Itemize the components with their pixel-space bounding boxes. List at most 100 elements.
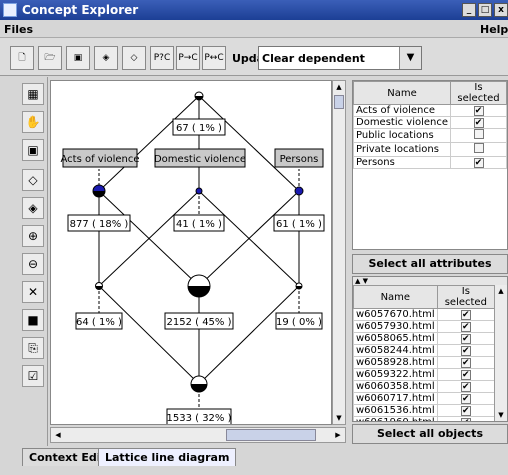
color-scheme-icon[interactable]: ■ [22, 309, 44, 331]
object-selected-cell: ✔ [436, 320, 496, 333]
checkbox[interactable] [473, 143, 484, 153]
count-label-persons: 61 ( 1% ) [276, 219, 322, 230]
object-name-cell: w6058244.html [353, 344, 438, 357]
object-row[interactable]: w6058928.html ✔ [353, 356, 496, 369]
open-folder-icon[interactable]: 🗁 [38, 46, 62, 70]
lattice-icon[interactable]: ◇ [122, 46, 146, 70]
attributes-table: Name Is selected Acts of violence ✔ Domest… [352, 80, 508, 250]
attribute-label-box: Persons [274, 148, 324, 168]
checkbox[interactable]: ✔ [460, 406, 471, 416]
select-all-objects-button[interactable]: Select all objects [352, 424, 508, 444]
right-panel: Name Is selected Acts of violence ✔ Domest… [352, 80, 508, 446]
scroll-thumb[interactable] [226, 429, 316, 441]
attributes-header-selected[interactable]: Is selected [450, 81, 507, 105]
attribute-label-acts: Acts of violence [60, 154, 139, 165]
lattice-outline-icon[interactable]: ◈ [22, 197, 44, 219]
object-selected-cell: ✔ [436, 308, 496, 321]
zoom-out-icon[interactable]: ⊖ [22, 253, 44, 275]
objects-header-selected[interactable]: Is selected [436, 285, 496, 309]
minimize-button[interactable]: _ [462, 3, 476, 17]
attribute-row[interactable]: Public locations [352, 128, 507, 143]
object-row[interactable]: w6061960.html ✔ [353, 416, 496, 421]
checklist-icon[interactable]: ☑ [22, 365, 44, 387]
objects-header-name[interactable]: Name [353, 285, 438, 309]
checkbox[interactable]: ✔ [460, 358, 471, 368]
export-icon[interactable]: ⎘ [22, 337, 44, 359]
count-label-low-left: 64 ( 1% ) [76, 317, 122, 328]
scroll-right-icon[interactable]: ▶ [333, 429, 343, 441]
checkbox[interactable]: ✔ [460, 394, 471, 404]
object-row[interactable]: w6059322.html ✔ [353, 368, 496, 381]
node-low-right[interactable] [295, 282, 303, 290]
attribute-row[interactable]: Acts of violence ✔ [352, 104, 507, 117]
attribute-row[interactable]: Private locations [352, 142, 507, 157]
count-label-bottom: 1533 ( 32% ) [166, 413, 231, 424]
scroll-thumb[interactable] [334, 95, 344, 109]
scroll-left-icon[interactable]: ◀ [53, 429, 63, 441]
object-row[interactable]: w6057670.html ✔ [353, 308, 496, 321]
node-top[interactable] [194, 91, 204, 101]
hand-pan-icon[interactable]: ✋ [22, 111, 44, 133]
lattice-diagram-canvas[interactable]: Acts of violence Domestic violence Perso… [50, 80, 332, 425]
zoom-in-icon[interactable]: ⊕ [22, 225, 44, 247]
update-dropdown[interactable]: Clear dependent ▼ [258, 46, 422, 70]
checkbox[interactable]: ✔ [460, 346, 471, 356]
menu-files[interactable]: Files [4, 23, 33, 36]
checkbox[interactable]: ✔ [473, 118, 484, 128]
sort-arrows-icon[interactable]: ▲ ▼ [353, 277, 507, 285]
tab-lattice-line-diagram[interactable]: Lattice line diagram [98, 448, 237, 466]
object-row[interactable]: w6060717.html ✔ [353, 392, 496, 405]
attributes-header-name[interactable]: Name [352, 81, 452, 105]
save-image-icon[interactable]: ▣ [22, 139, 44, 161]
select-all-attributes-button[interactable]: Select all attributes [352, 254, 508, 274]
checkbox[interactable]: ✔ [473, 106, 484, 116]
close-button[interactable]: x [494, 3, 508, 17]
objects-scrollbar[interactable]: ▲ ▼ [494, 285, 507, 421]
attribute-name-cell: Domestic violence [352, 116, 452, 129]
node-low-middle[interactable] [187, 274, 211, 298]
checkbox[interactable] [473, 129, 484, 139]
checkbox[interactable]: ✔ [460, 370, 471, 380]
node-low-left[interactable] [95, 282, 103, 290]
attribute-selected-cell: ✔ [450, 104, 507, 117]
scroll-down-icon[interactable]: ▼ [496, 411, 506, 419]
lattice-select-icon[interactable]: ◇ [22, 169, 44, 191]
attribute-row[interactable]: Persons ✔ [352, 156, 507, 169]
checkbox[interactable]: ✔ [460, 310, 471, 320]
attribute-label-box: Acts of violence [60, 148, 140, 168]
maximize-button[interactable]: □ [478, 3, 492, 17]
menu-help[interactable]: Help [480, 23, 508, 36]
diagram-vertical-scrollbar[interactable]: ▲ ▼ [332, 80, 346, 425]
checkbox[interactable]: ✔ [460, 418, 471, 421]
app-icon [3, 3, 17, 17]
object-row[interactable]: w6058065.html ✔ [353, 332, 496, 345]
checkbox[interactable]: ✔ [460, 382, 471, 392]
toolbar-button-pqc[interactable]: P?C [150, 46, 174, 70]
zoom-reset-icon[interactable]: ✕ [22, 281, 44, 303]
chevron-down-icon[interactable]: ▼ [399, 47, 421, 69]
checkbox[interactable]: ✔ [460, 322, 471, 332]
diagram-horizontal-scrollbar[interactable]: ◀ ▶ [50, 427, 346, 443]
object-row[interactable]: w6060358.html ✔ [353, 380, 496, 393]
toolbar-button-ptc[interactable]: P↔C [202, 46, 226, 70]
attribute-selected-cell [450, 128, 507, 143]
count-label-acts: 877 ( 18% ) [70, 219, 129, 230]
object-row[interactable]: w6058244.html ✔ [353, 344, 496, 357]
scroll-up-icon[interactable]: ▲ [496, 287, 506, 295]
new-file-icon[interactable]: 🗋 [10, 46, 34, 70]
checkbox[interactable]: ✔ [473, 158, 484, 168]
scroll-up-icon[interactable]: ▲ [334, 82, 344, 92]
node-acts-of-violence[interactable] [92, 184, 106, 198]
lattice-layout-icon[interactable]: ◈ [94, 46, 118, 70]
node-bottom[interactable] [190, 375, 208, 393]
attribute-row[interactable]: Domestic violence ✔ [352, 116, 507, 129]
toolbar-button-pc[interactable]: P→C [176, 46, 200, 70]
node-domestic-violence[interactable] [195, 187, 203, 195]
save-icon[interactable]: ▣ [66, 46, 90, 70]
grid-icon[interactable]: ▦ [22, 83, 44, 105]
object-row[interactable]: w6057930.html ✔ [353, 320, 496, 333]
object-row[interactable]: w6061536.html ✔ [353, 404, 496, 417]
scroll-down-icon[interactable]: ▼ [334, 413, 344, 423]
checkbox[interactable]: ✔ [460, 334, 471, 344]
node-persons[interactable] [294, 186, 304, 196]
